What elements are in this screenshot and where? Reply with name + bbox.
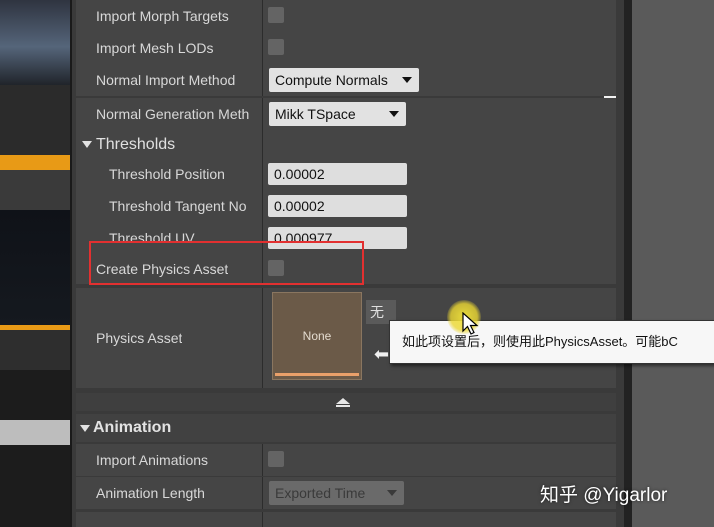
triangle-up-icon-base (336, 405, 350, 407)
normal-import-method-dropdown[interactable]: Compute Normals (269, 68, 419, 92)
triangle-down-icon[interactable] (82, 141, 92, 148)
physics-asset-thumbnail[interactable]: None (272, 292, 362, 380)
animation-length-dropdown[interactable]: Exported Time (269, 481, 404, 505)
label: Threshold Tangent No (109, 198, 247, 214)
viewport-selection-bar (0, 155, 70, 170)
label: Import Morph Targets (96, 8, 229, 24)
viewport-region (0, 210, 70, 325)
normal-generation-method-dropdown[interactable]: Mikk TSpace (269, 102, 406, 126)
label: Import Mesh LODs (96, 40, 214, 56)
column-divider[interactable] (262, 98, 263, 130)
triangle-up-icon (336, 398, 350, 404)
chevron-down-icon (387, 490, 397, 496)
category-label: Animation (93, 419, 172, 436)
label: Threshold Position (109, 166, 225, 182)
row-normal-generation-method: Normal Generation Meth Mikk TSpace (76, 98, 616, 130)
triangle-down-icon[interactable] (80, 425, 90, 432)
thresholds-group-header[interactable]: Thresholds (76, 130, 616, 158)
column-divider[interactable] (262, 477, 263, 509)
column-divider[interactable] (262, 444, 263, 476)
label: Import Animations (96, 452, 209, 468)
row-normal-import-method: Normal Import Method Compute Normals (76, 64, 616, 96)
column-divider[interactable] (262, 288, 263, 388)
threshold-position-input[interactable]: 0.00002 (268, 163, 407, 185)
row-import-animations: Import Animations (76, 444, 616, 476)
row-threshold-position: Threshold Position 0.00002 (76, 158, 616, 190)
advanced-expand-toggle[interactable] (76, 393, 616, 411)
highlight-annotation (89, 241, 364, 285)
tooltip: 如此项设置后，则使用此PhysicsAsset。可能bC (389, 320, 714, 364)
viewport-region (0, 330, 70, 370)
mouse-cursor-icon (462, 312, 479, 335)
column-divider[interactable] (262, 190, 263, 222)
asset-type-bar (275, 373, 359, 376)
column-divider[interactable] (262, 32, 263, 64)
row-next (76, 512, 616, 527)
label: Animation Length (96, 485, 205, 501)
column-divider[interactable] (262, 512, 263, 527)
group-label: Thresholds (96, 136, 176, 153)
row-import-morph-targets: Import Morph Targets (76, 0, 616, 32)
row-import-mesh-lods: Import Mesh LODs (76, 32, 616, 64)
column-divider[interactable] (262, 64, 263, 96)
viewport-region (0, 420, 70, 445)
dropdown-value: Exported Time (275, 485, 366, 501)
label: Normal Import Method (96, 72, 236, 88)
viewport-sky (0, 0, 70, 85)
watermark: 知乎 @Yigarlor (540, 485, 668, 506)
dropdown-value: Mikk TSpace (275, 106, 356, 122)
animation-category-header[interactable]: Animation (76, 414, 616, 442)
right-panel (624, 0, 714, 527)
dropdown-value: Compute Normals (275, 72, 388, 88)
panel-splitter[interactable] (624, 0, 632, 527)
column-divider[interactable] (262, 130, 263, 158)
viewport-region (0, 85, 70, 155)
row-animation-length: Animation Length Exported Time (76, 477, 616, 509)
import-animations-checkbox[interactable] (268, 451, 284, 467)
viewport-strip (0, 0, 70, 527)
thumbnail-label: None (302, 329, 332, 343)
viewport-region (0, 170, 70, 210)
threshold-tangent-normal-input[interactable]: 0.00002 (268, 195, 407, 217)
chevron-down-icon (389, 111, 399, 117)
import-morph-targets-checkbox[interactable] (268, 7, 284, 23)
label: Physics Asset (96, 330, 183, 346)
label: Normal Generation Meth (96, 106, 250, 122)
column-divider[interactable] (262, 0, 263, 32)
column-divider[interactable] (262, 158, 263, 190)
row-threshold-tangent-normal: Threshold Tangent No 0.00002 (76, 190, 616, 222)
import-mesh-lods-checkbox[interactable] (268, 39, 284, 55)
chevron-down-icon (402, 77, 412, 83)
arrow-left-icon[interactable]: ⬅ (374, 344, 389, 365)
